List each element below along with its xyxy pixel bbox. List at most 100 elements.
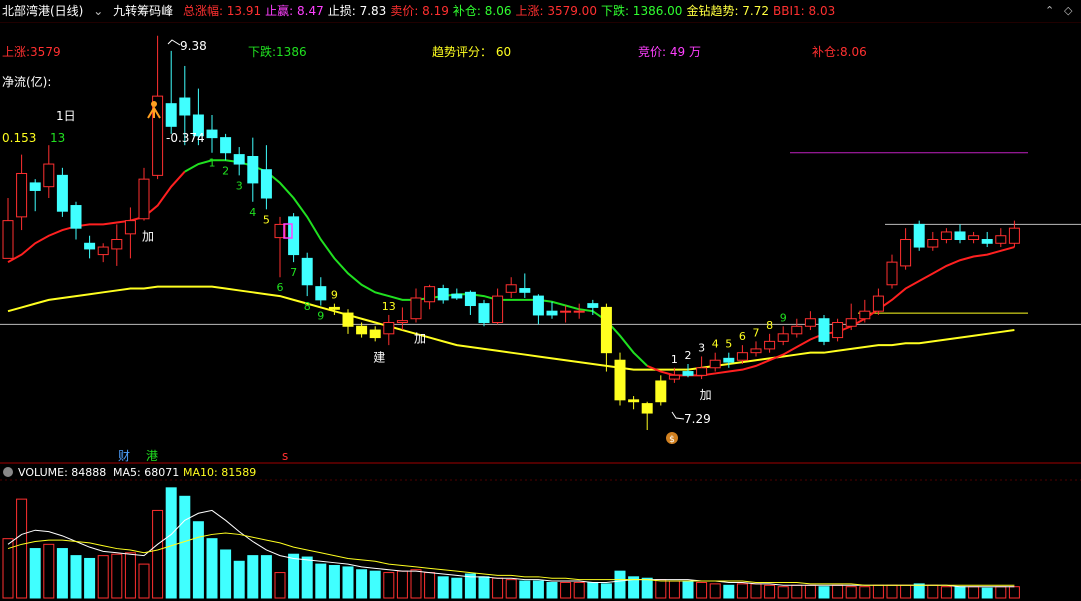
- volume-bar: [723, 584, 735, 599]
- collapse-icon: [3, 467, 13, 477]
- s-tag: s: [282, 449, 288, 463]
- indicator-name[interactable]: 九转筹码峰: [113, 4, 173, 18]
- nine-turn-label: 8: [304, 300, 311, 313]
- nine-turn-label: 5: [263, 213, 270, 226]
- candle-body: [954, 231, 966, 240]
- volume-bar: [29, 548, 41, 599]
- nine-turn-label: 7: [753, 326, 760, 339]
- stock-chart[interactable]: 1234567899131 23 4 56 789加建加加上涨:3579 下跌:1386 趋…: [0, 0, 1081, 601]
- volume-bar: [981, 587, 993, 599]
- volume-bar: [940, 586, 952, 599]
- volume-bar: [832, 584, 844, 599]
- info-bid: 竞价: 49 万: [638, 45, 701, 59]
- volume-bar: [179, 495, 191, 599]
- candle-body: [369, 329, 381, 339]
- volume-bar: [519, 580, 531, 599]
- volume-bar: [913, 583, 925, 599]
- candle-body: [424, 286, 436, 303]
- candle-body: [641, 403, 653, 414]
- candle-body: [111, 239, 123, 250]
- candle-body: [451, 293, 463, 299]
- nine-turn-label: 6: [739, 330, 746, 343]
- volume-bar: [764, 584, 776, 599]
- header-item-6: 下跌: 1386.00: [600, 4, 683, 18]
- volume-bar: [84, 557, 96, 599]
- volume-bar: [995, 586, 1007, 599]
- scroll-up-icon[interactable]: ⌃: [1045, 4, 1054, 17]
- candle-body: [301, 257, 313, 286]
- nine-turn-label: 4: [712, 338, 719, 351]
- candle-body: [220, 137, 232, 154]
- candle-body: [29, 182, 41, 191]
- candle-body: [723, 357, 735, 363]
- candle-body: [995, 235, 1007, 244]
- candle-body: [655, 380, 667, 403]
- candle-body: [478, 303, 490, 323]
- volume-bar: [165, 487, 177, 599]
- volume-bar: [410, 569, 422, 599]
- header-values: 总涨幅: 13.91 止赢: 8.47 止损: 7.83 卖价: 8.19 补仓: 8.…: [183, 4, 839, 18]
- high-marker-arrow: [167, 39, 181, 46]
- candle-body: [56, 174, 68, 212]
- diamond-icon[interactable]: ◇: [1064, 4, 1072, 17]
- volume-bar: [641, 577, 653, 599]
- candle-body: [342, 312, 354, 327]
- candle-body: [464, 291, 476, 307]
- volume-bar: [451, 577, 463, 599]
- low-marker-arrow: [671, 411, 685, 420]
- volume-bar: [111, 553, 123, 599]
- volume-bar: [505, 579, 517, 599]
- volume-bar: [600, 583, 612, 599]
- nine-turn-label: 8: [766, 319, 773, 332]
- candle-body: [356, 325, 368, 335]
- nine-turn-label: 13: [382, 300, 396, 313]
- candle-body: [247, 156, 259, 184]
- nine-turn-label: 1: [671, 353, 678, 366]
- gang-tag: 港: [146, 449, 158, 463]
- volume-bar: [668, 580, 680, 599]
- candle-body: [410, 297, 422, 320]
- candle-body: [668, 374, 680, 380]
- volume-ma5-label: MA5: 68071: [113, 466, 179, 479]
- signal-mark: 加: [700, 388, 712, 402]
- chart-header: 北部湾港(日线) ⌄ 九转筹码峰 总涨幅: 13.91 止赢: 8.47 止损: 7…: [0, 0, 1081, 22]
- candle-body: [288, 216, 300, 256]
- volume-bar: [900, 584, 912, 599]
- volume-bar: [777, 586, 789, 599]
- low-price-marker: 7.29: [684, 412, 711, 426]
- volume-bar: [492, 577, 504, 599]
- net-flow-label: 净流(亿):: [2, 74, 51, 89]
- candle-body: [206, 129, 218, 139]
- candle-body: [777, 333, 789, 342]
- candle-body: [505, 284, 517, 293]
- info-add: 补仓:8.06: [812, 45, 867, 59]
- header-item-3: 卖价: 8.19: [390, 4, 449, 18]
- high-price-marker: 9.38: [180, 39, 207, 53]
- header-item-4: 补仓: 8.06: [452, 4, 512, 18]
- volume-bar: [288, 553, 300, 599]
- volume-bar: [614, 570, 626, 599]
- chevron-down-icon[interactable]: ⌄: [93, 4, 103, 18]
- volume-bar: [192, 521, 204, 599]
- candle-body: [165, 103, 177, 127]
- candle-body: [138, 178, 150, 220]
- candle-body: [70, 205, 82, 229]
- flow-value: 0.153: [2, 131, 36, 145]
- nine-turn-label: 3: [236, 179, 243, 192]
- nine-turn-label: 2: [222, 164, 229, 177]
- info-score: 趋势评分： 60: [432, 45, 511, 59]
- nine-turn-label: 6: [277, 281, 284, 294]
- header-item-8: BBI1: 8.03: [773, 4, 836, 18]
- ma-fast-line-red-b: [646, 246, 1015, 377]
- header-item-5: 上涨: 3579.00: [515, 4, 597, 18]
- volume-bar: [70, 555, 82, 599]
- volume-bar: [260, 555, 272, 599]
- nine-turn-label: 9: [331, 289, 338, 302]
- candle-body: [736, 352, 748, 361]
- signal-mark: 建: [373, 350, 385, 364]
- volume-bar: [845, 586, 857, 599]
- volume-bar: [396, 570, 408, 599]
- nine-turn-label: 5: [725, 338, 732, 351]
- volume-bar: [464, 573, 476, 599]
- stock-title[interactable]: 北部湾港(日线): [2, 4, 83, 18]
